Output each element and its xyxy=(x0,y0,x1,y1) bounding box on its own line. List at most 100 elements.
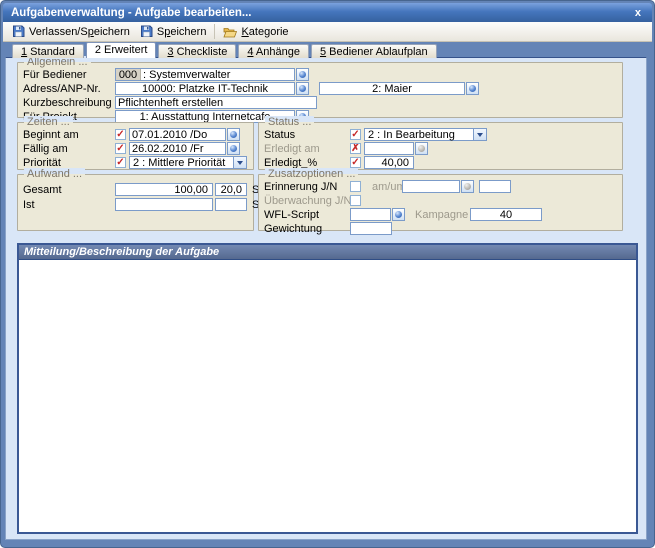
beginnt-am-row: Beginnt am ✓ 07.01.2010 /Do xyxy=(18,128,253,141)
faellig-am-label: Fällig am xyxy=(23,143,115,155)
erledigt-am-spinner-button[interactable] xyxy=(415,142,428,155)
erinnerung-time-field[interactable] xyxy=(479,180,511,193)
erledigt-am-row: Erledigt am ✗ xyxy=(259,142,622,155)
status-dropdown-button[interactable] xyxy=(473,129,486,140)
ueberwachung-checkbox[interactable] xyxy=(350,195,361,206)
erledigt-pct-label: Erledigt_% xyxy=(264,157,350,169)
gewichtung-label: Gewichtung xyxy=(264,223,350,235)
wfl-script-lookup-button[interactable] xyxy=(392,208,405,221)
status-groupbox: Status ... Status ✓ 2 : In Bearbeitung E… xyxy=(258,122,623,170)
prioritaet-label: Priorität xyxy=(23,157,115,169)
kategorie-button[interactable]: Kategorie xyxy=(218,23,293,40)
faellig-am-spinner-button[interactable] xyxy=(227,142,240,155)
zusatzoptionen-groupbox: Zusatzoptionen ... Erinnerung J/N am/um … xyxy=(258,174,623,231)
status-checkbox[interactable]: ✓ xyxy=(350,129,361,140)
gesamt-stunden-field[interactable]: 100,00 xyxy=(115,183,213,196)
verlassen-speichern-button[interactable]: Verlassen/Speichern xyxy=(7,23,135,40)
erledigt-pct-checkbox[interactable]: ✓ xyxy=(350,157,361,168)
fuer-bediener-label: Für Bediener xyxy=(23,69,115,81)
speichern-label: Speichern xyxy=(157,26,207,38)
beginnt-am-date-field[interactable]: 07.01.2010 /Do xyxy=(129,128,226,141)
status-value: 2 : In Bearbeitung xyxy=(365,129,473,141)
tab-bediener-ablaufplan[interactable]: 5 Bediener Ablaufplan xyxy=(311,44,437,58)
kurzbeschreibung-label: Kurzbeschreibung xyxy=(23,97,115,109)
fuer-bediener-lookup-button[interactable] xyxy=(296,68,309,81)
beginnt-am-checkbox[interactable]: ✓ xyxy=(115,129,126,140)
faellig-am-date-field[interactable]: 26.02.2010 /Fr xyxy=(129,142,226,155)
kategorie-label: Kategorie xyxy=(241,26,288,38)
wfl-script-combobox[interactable] xyxy=(350,208,391,221)
dropdown-arrow-icon xyxy=(237,161,243,165)
zeiten-group-title: Zeiten ... xyxy=(24,116,73,129)
erledigt-am-date-field[interactable] xyxy=(364,142,414,155)
ist-row: Ist Std./Tage xyxy=(18,198,253,211)
mitteilung-header: Mitteilung/Beschreibung der Aufgabe xyxy=(19,245,636,260)
kampagne-field[interactable]: 40 xyxy=(470,208,542,221)
speichern-button[interactable]: Speichern xyxy=(135,23,212,40)
erinnerung-date-spinner-button[interactable] xyxy=(461,180,474,193)
beginnt-am-spinner-button[interactable] xyxy=(227,128,240,141)
lookup-ball-icon xyxy=(299,71,306,78)
prioritaet-dropdown-button[interactable] xyxy=(233,157,246,168)
status-combobox[interactable]: 2 : In Bearbeitung xyxy=(364,128,487,141)
erledigt-pct-field[interactable]: 40,00 xyxy=(364,156,414,169)
erinnerung-label: Erinnerung J/N xyxy=(264,181,350,193)
ansprechpartner-lookup-button[interactable] xyxy=(466,82,479,95)
close-button[interactable]: x xyxy=(632,7,644,19)
save-icon xyxy=(140,25,153,38)
lookup-ball-icon xyxy=(230,131,237,138)
adress-lookup-button[interactable] xyxy=(296,82,309,95)
kurzbeschreibung-row: Kurzbeschreibung Pflichtenheft erstellen xyxy=(18,96,622,109)
erledigt-am-checkbox[interactable]: ✗ xyxy=(350,143,361,154)
tab-standard[interactable]: 1 Standard xyxy=(12,44,84,58)
lookup-ball-icon xyxy=(464,183,471,190)
bediener-code-segment: 000 xyxy=(116,69,141,80)
mitteilung-box: Mitteilung/Beschreibung der Aufgabe xyxy=(17,243,638,534)
fuer-bediener-select[interactable]: 000 : Systemverwalter xyxy=(115,68,295,81)
prioritaet-combobox[interactable]: 2 : Mittlere Priorität xyxy=(129,156,247,169)
tab-erweitert[interactable]: 2 Erweitert xyxy=(86,42,157,58)
tab-bar: 1 Standard 2 Erweitert 3 Checkliste 4 An… xyxy=(12,42,437,58)
tab-checkliste[interactable]: 3 Checkliste xyxy=(158,44,236,58)
ueberwachung-row: Überwachung J/N xyxy=(259,194,622,207)
gesamt-label: Gesamt xyxy=(23,184,115,196)
kampagne-label: Kampagne xyxy=(415,209,470,221)
tab-anhaenge[interactable]: 4 Anhänge xyxy=(238,44,309,58)
mitteilung-textarea[interactable] xyxy=(19,260,636,532)
aufwand-groupbox: Aufwand ... Gesamt 100,00 20,0 Std./Tage… xyxy=(17,174,254,231)
fuer-bediener-row: Für Bediener 000 : Systemverwalter xyxy=(18,68,622,81)
kurzbeschreibung-input[interactable]: Pflichtenheft erstellen xyxy=(115,96,317,109)
erinnerung-checkbox[interactable] xyxy=(350,181,361,192)
prioritaet-value: 2 : Mittlere Priorität xyxy=(130,157,233,169)
zeiten-groupbox: Zeiten ... Beginnt am ✓ 07.01.2010 /Do F… xyxy=(17,122,254,170)
faellig-am-row: Fällig am ✓ 26.02.2010 /Fr xyxy=(18,142,253,155)
gewichtung-field[interactable] xyxy=(350,222,392,235)
toolbar-separator xyxy=(214,24,215,39)
zusatzoptionen-group-title: Zusatzoptionen ... xyxy=(265,168,358,181)
lookup-ball-icon xyxy=(230,145,237,152)
adress-select[interactable]: 10000: Platzke IT-Technik xyxy=(115,82,295,95)
ist-tage-field[interactable] xyxy=(215,198,247,211)
save-icon xyxy=(12,25,25,38)
ist-stunden-field[interactable] xyxy=(115,198,213,211)
dropdown-arrow-icon xyxy=(477,133,483,137)
lookup-ball-icon xyxy=(418,145,425,152)
erinnerung-date-combobox[interactable] xyxy=(402,180,460,193)
wfl-script-row: WFL-Script Kampagne 40 xyxy=(259,208,622,221)
ueberwachung-label: Überwachung J/N xyxy=(264,195,350,207)
prioritaet-checkbox[interactable]: ✓ xyxy=(115,157,126,168)
window-title: Aufgabenverwaltung - Aufgabe bearbeiten.… xyxy=(11,7,632,19)
ansprechpartner-select[interactable]: 2: Maier xyxy=(319,82,465,95)
bediener-name: : Systemverwalter xyxy=(143,69,230,81)
lookup-ball-icon xyxy=(299,85,306,92)
status-label: Status xyxy=(264,129,350,141)
gewichtung-row: Gewichtung xyxy=(259,222,622,235)
toolbar: Verlassen/Speichern Speichern Kategorie xyxy=(3,22,652,42)
gesamt-tage-field[interactable]: 20,0 xyxy=(215,183,247,196)
am-um-label: am/um xyxy=(372,181,402,193)
lookup-ball-icon xyxy=(469,85,476,92)
faellig-am-checkbox[interactable]: ✓ xyxy=(115,143,126,154)
erledigt-am-label: Erledigt am xyxy=(264,143,350,155)
wfl-script-label: WFL-Script xyxy=(264,209,350,221)
open-folder-icon xyxy=(223,26,237,38)
